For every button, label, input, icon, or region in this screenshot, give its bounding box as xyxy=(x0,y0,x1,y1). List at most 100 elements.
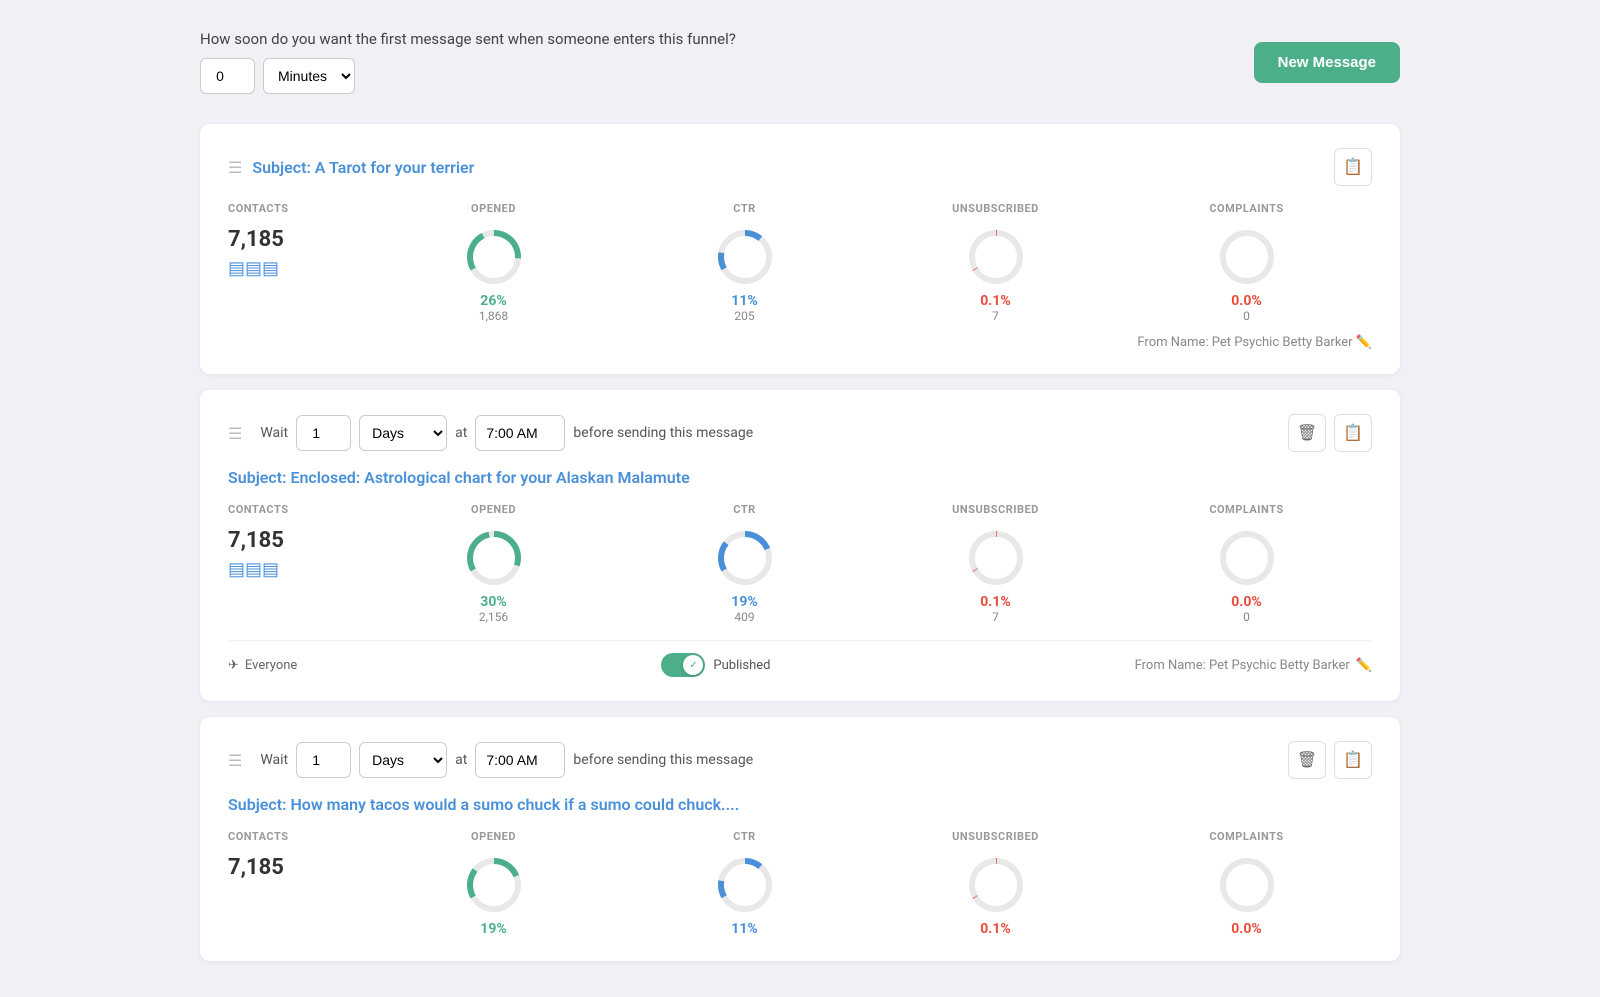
opened-label-2: OPENED xyxy=(378,503,609,516)
complaints-donut-3 xyxy=(1217,855,1277,915)
before-text-2: before sending this message xyxy=(573,425,753,441)
complaints-label-2: COMPLAINTS xyxy=(1131,503,1362,516)
complaints-col-3: COMPLAINTS 0.0% xyxy=(1121,830,1372,937)
subject-link-2[interactable]: Enclosed: Astrological chart for your Al… xyxy=(290,468,689,487)
opened-pct-3: 19% xyxy=(378,921,609,937)
from-name-2: From Name: Pet Psychic Betty Barker ✏️ xyxy=(1135,658,1372,673)
complaints-val-1: 0 xyxy=(1131,309,1362,323)
ctr-donut-1 xyxy=(715,227,775,287)
opened-donut-1 xyxy=(464,227,524,287)
subject-prefix-3: Subject: xyxy=(228,795,290,814)
audience-label-2: ✈ Everyone xyxy=(228,658,297,673)
timing-value-input[interactable] xyxy=(200,58,255,94)
copy-button-3[interactable]: 📋 xyxy=(1334,741,1372,779)
subject-link-1[interactable]: A Tarot for your terrier xyxy=(315,158,475,177)
ctr-pct-3: 11% xyxy=(629,921,860,937)
complaints-pct-2: 0.0% xyxy=(1131,594,1362,610)
bar-chart-icon-2[interactable]: ▤▤▤ xyxy=(228,559,368,580)
wait-value-input-3[interactable] xyxy=(296,742,351,778)
unsub-donut-2 xyxy=(966,528,1026,588)
copy-button-1[interactable]: 📋 xyxy=(1334,148,1372,186)
top-bar: How soon do you want the first message s… xyxy=(200,20,1400,104)
unsub-col-3: UNSUBSCRIBED 0.1% xyxy=(870,830,1121,937)
ctr-label-1: CTR xyxy=(629,202,860,215)
delete-button-2[interactable]: 🗑 xyxy=(1288,414,1326,452)
contacts-col-1: CONTACTS 7,185 ▤▤▤ xyxy=(228,202,368,279)
subject-prefix-2: Subject: xyxy=(228,468,290,487)
wait-unit-select-2[interactable]: Minutes Hours Days Weeks xyxy=(359,415,447,451)
drag-icon[interactable]: ☰ xyxy=(228,158,242,177)
from-name-1: From Name: Pet Psychic Betty Barker ✏️ xyxy=(228,335,1372,350)
send-icon-2: ✈ xyxy=(228,658,239,673)
published-label-2: Published xyxy=(713,658,770,673)
at-text-2: at xyxy=(455,425,467,441)
unsub-pct-3: 0.1% xyxy=(880,921,1111,937)
contacts-col-3: CONTACTS 7,185 xyxy=(228,830,368,880)
ctr-donut-3 xyxy=(715,855,775,915)
wait-label-2: Wait xyxy=(260,425,288,441)
card-footer-2: ✈ Everyone ✓ Published From Name: Pet Ps… xyxy=(228,640,1372,677)
new-message-button[interactable]: New Message xyxy=(1254,42,1400,83)
wait-unit-select-3[interactable]: Minutes Hours Days Weeks xyxy=(359,742,447,778)
ctr-pct-2: 19% xyxy=(629,594,860,610)
contacts-label-1: CONTACTS xyxy=(228,202,368,215)
published-toggle-2[interactable]: ✓ Published xyxy=(661,653,770,677)
unsub-label-2: UNSUBSCRIBED xyxy=(880,503,1111,516)
message-card-3: ☰ Wait Minutes Hours Days Weeks at befor… xyxy=(200,717,1400,961)
subject-prefix-1: Subject: xyxy=(252,158,314,177)
wait-time-input-3[interactable] xyxy=(475,742,565,778)
contacts-value-2: 7,185 xyxy=(228,528,368,553)
opened-col-1: OPENED 26% 1,868 xyxy=(368,202,619,323)
edit-pencil-1[interactable]: ✏️ xyxy=(1356,335,1372,350)
before-text-3: before sending this message xyxy=(573,752,753,768)
unsub-pct-1: 0.1% xyxy=(880,293,1111,309)
opened-donut-2 xyxy=(464,528,524,588)
wait-row-2: ☰ Wait Minutes Hours Days Weeks at befor… xyxy=(228,414,1372,452)
message-card-2: ☰ Wait Minutes Hours Days Weeks at befor… xyxy=(200,390,1400,701)
edit-pencil-2[interactable]: ✏️ xyxy=(1356,658,1372,673)
card-header-1: ☰ Subject: A Tarot for your terrier 📋 xyxy=(228,148,1372,186)
unsub-label-3: UNSUBSCRIBED xyxy=(880,830,1111,843)
complaints-pct-3: 0.0% xyxy=(1131,921,1362,937)
bar-chart-icon-1[interactable]: ▤▤▤ xyxy=(228,258,368,279)
complaints-donut-2 xyxy=(1217,528,1277,588)
unsub-val-1: 7 xyxy=(880,309,1111,323)
contacts-value-1: 7,185 xyxy=(228,227,368,252)
ctr-col-2: CTR 19% 409 xyxy=(619,503,870,624)
complaints-label-3: COMPLAINTS xyxy=(1131,830,1362,843)
delete-button-3[interactable]: 🗑 xyxy=(1288,741,1326,779)
complaints-pct-1: 0.0% xyxy=(1131,293,1362,309)
ctr-col-3: CTR 11% xyxy=(619,830,870,937)
stats-row-1: CONTACTS 7,185 ▤▤▤ OPENED 26% 1,868 CTR xyxy=(228,202,1372,323)
subject-link-3[interactable]: How many tacos would a sumo chuck if a s… xyxy=(290,795,739,814)
toggle-switch-2[interactable]: ✓ xyxy=(661,653,705,677)
ctr-donut-2 xyxy=(715,528,775,588)
ctr-label-2: CTR xyxy=(629,503,860,516)
unsub-pct-2: 0.1% xyxy=(880,594,1111,610)
card-actions-3: 🗑 📋 xyxy=(1288,741,1372,779)
wait-time-input-2[interactable] xyxy=(475,415,565,451)
opened-col-2: OPENED 30% 2,156 xyxy=(368,503,619,624)
ctr-col-1: CTR 11% 205 xyxy=(619,202,870,323)
ctr-label-3: CTR xyxy=(629,830,860,843)
opened-label-3: OPENED xyxy=(378,830,609,843)
contacts-col-2: CONTACTS 7,185 ▤▤▤ xyxy=(228,503,368,580)
unsub-col-1: UNSUBSCRIBED 0.1% 7 xyxy=(870,202,1121,323)
subject-line-3: Subject: How many tacos would a sumo chu… xyxy=(228,795,1372,814)
top-bar-left: How soon do you want the first message s… xyxy=(200,30,736,94)
opened-val-2: 2,156 xyxy=(378,610,609,624)
wait-value-input-2[interactable] xyxy=(296,415,351,451)
timing-unit-select[interactable]: Minutes Hours Days xyxy=(263,58,355,94)
card-actions-1: 📋 xyxy=(1334,148,1372,186)
subject-line-2: Subject: Enclosed: Astrological chart fo… xyxy=(228,468,1372,487)
copy-button-2[interactable]: 📋 xyxy=(1334,414,1372,452)
ctr-val-1: 205 xyxy=(629,309,860,323)
funnel-question: How soon do you want the first message s… xyxy=(200,30,736,48)
unsub-donut-3 xyxy=(966,855,1026,915)
wait-row-3: ☰ Wait Minutes Hours Days Weeks at befor… xyxy=(228,741,1372,779)
contacts-label-2: CONTACTS xyxy=(228,503,368,516)
complaints-label-1: COMPLAINTS xyxy=(1131,202,1362,215)
drag-icon-3[interactable]: ☰ xyxy=(228,751,242,770)
drag-icon-2[interactable]: ☰ xyxy=(228,424,242,443)
ctr-pct-1: 11% xyxy=(629,293,860,309)
